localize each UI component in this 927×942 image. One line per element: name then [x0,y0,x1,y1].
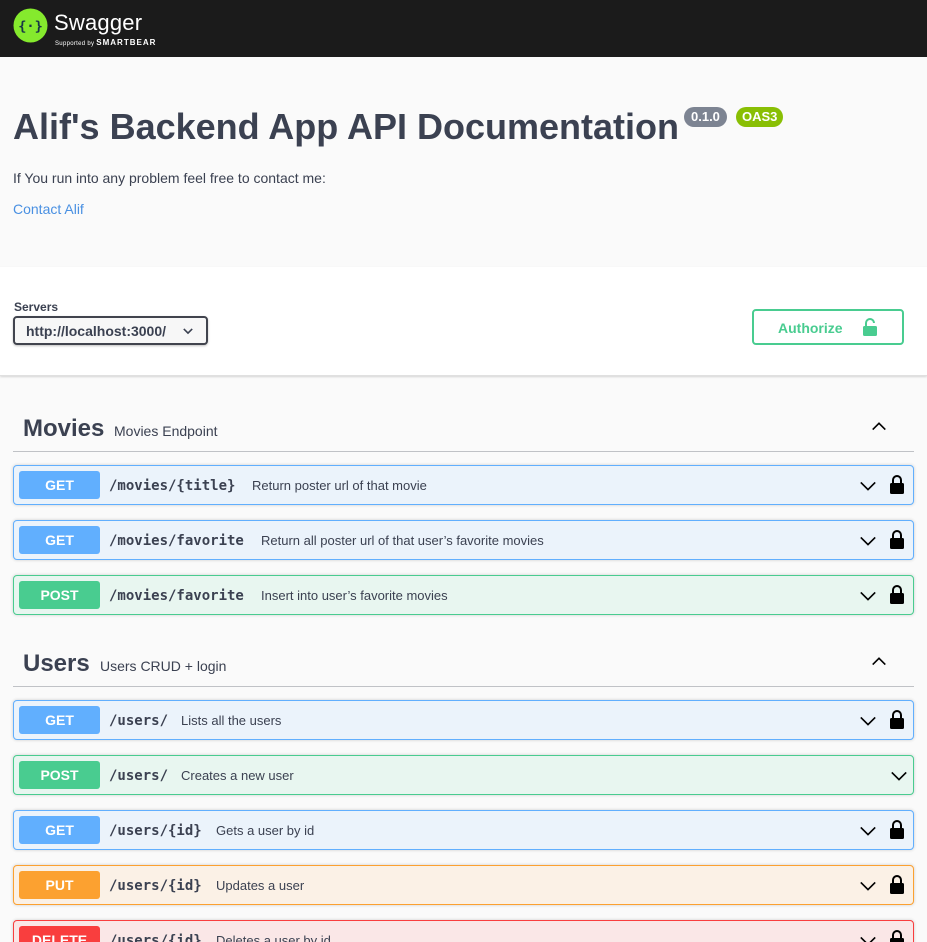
tag-description: Movies Endpoint [114,423,218,439]
servers-section: Servers http://localhost:3000/ Authorize [0,267,927,376]
method-badge: POST [19,581,100,609]
version-badge: 0.1.0 [684,107,727,127]
operation-summary: Creates a new user [181,768,294,783]
chevron-down-icon[interactable] [859,877,877,895]
authorize-label: Authorize [778,320,843,336]
topbar: {·} Swagger Supported by SMARTBEAR [0,0,927,57]
lock-icon[interactable] [889,585,905,604]
method-badge: PUT [19,871,100,899]
lock-icon[interactable] [889,530,905,549]
operation-path: /movies/favorite [109,588,244,604]
method-badge: GET [19,471,100,499]
lock-icon[interactable] [889,875,905,894]
oas-badge: OAS3 [736,107,784,127]
tag-name: Users [23,650,90,677]
operation-summary: Deletes a user by id [216,933,331,942]
operation-put-user-by-id[interactable]: PUT /users/{id} Updates a user [13,865,914,905]
chevron-down-icon[interactable] [890,767,908,785]
chevron-down-icon[interactable] [859,477,877,495]
operation-path: /users/{id} [109,878,202,894]
chevron-down-icon[interactable] [859,532,877,550]
method-badge: GET [19,816,100,844]
lock-icon[interactable] [889,930,905,942]
operation-get-movies-favorite[interactable]: GET /movies/favorite Return all poster u… [13,520,914,560]
tag-users[interactable]: Users Users CRUD + login [13,635,914,687]
operation-summary: Lists all the users [181,713,282,728]
page-title: Alif's Backend App API Documentation [13,106,679,147]
chevron-down-icon[interactable] [859,712,877,730]
operation-path: /users/{id} [109,823,202,839]
brand-subtitle: Supported by SMARTBEAR [55,38,156,47]
operation-path: /movies/favorite [109,533,244,549]
brand-name: Swagger [54,10,143,35]
operation-summary: Return all poster url of that user’s fav… [261,533,544,548]
operation-path: /users/{id} [109,933,202,942]
operation-summary: Gets a user by id [216,823,315,838]
svg-text:{·}: {·} [18,18,43,34]
server-select[interactable]: http://localhost:3000/ [13,316,208,345]
contact-link[interactable]: Contact Alif [13,201,84,217]
lock-icon[interactable] [889,820,905,839]
operation-path: /movies/{title} [109,478,236,494]
brand-sub-prefix: Supported by [55,41,95,47]
tag-name: Movies [23,415,105,442]
api-description: If You run into any problem feel free to… [13,170,326,186]
method-badge: GET [19,526,100,554]
method-badge: DELETE [19,926,100,942]
chevron-up-icon[interactable] [870,652,888,670]
operation-summary: Updates a user [216,878,305,893]
lock-icon[interactable] [889,710,905,729]
method-badge: POST [19,761,100,789]
operation-delete-user-by-id[interactable]: DELETE /users/{id} Deletes a user by id [13,920,914,942]
swagger-logo-icon[interactable]: {·} [13,8,48,43]
brand-sub-name: SMARTBEAR [96,38,157,47]
authorize-button[interactable]: Authorize [752,309,904,345]
operation-get-movies-title[interactable]: GET /movies/{title} Return poster url of… [13,465,914,505]
chevron-down-icon [183,328,193,335]
unlocked-icon [863,318,877,336]
chevron-down-icon[interactable] [859,932,877,942]
server-select-value: http://localhost:3000/ [26,323,167,339]
tag-movies[interactable]: Movies Movies Endpoint [13,400,914,452]
lock-icon[interactable] [889,475,905,494]
chevron-down-icon[interactable] [859,587,877,605]
operation-post-movies-favorite[interactable]: POST /movies/favorite Insert into user’s… [13,575,914,615]
operation-summary: Return poster url of that movie [252,478,427,493]
tag-description: Users CRUD + login [100,658,227,674]
chevron-up-icon[interactable] [870,417,888,435]
method-badge: GET [19,706,100,734]
operation-summary: Insert into user’s favorite movies [261,588,448,603]
api-info: Alif's Backend App API Documentation 0.1… [0,57,927,267]
operation-get-user-by-id[interactable]: GET /users/{id} Gets a user by id [13,810,914,850]
operation-get-users[interactable]: GET /users/ Lists all the users [13,700,914,740]
operation-path: /users/ [109,768,169,784]
servers-label: Servers [14,300,59,314]
chevron-down-icon[interactable] [859,822,877,840]
operation-post-users[interactable]: POST /users/ Creates a new user [13,755,914,795]
operation-path: /users/ [109,713,169,729]
